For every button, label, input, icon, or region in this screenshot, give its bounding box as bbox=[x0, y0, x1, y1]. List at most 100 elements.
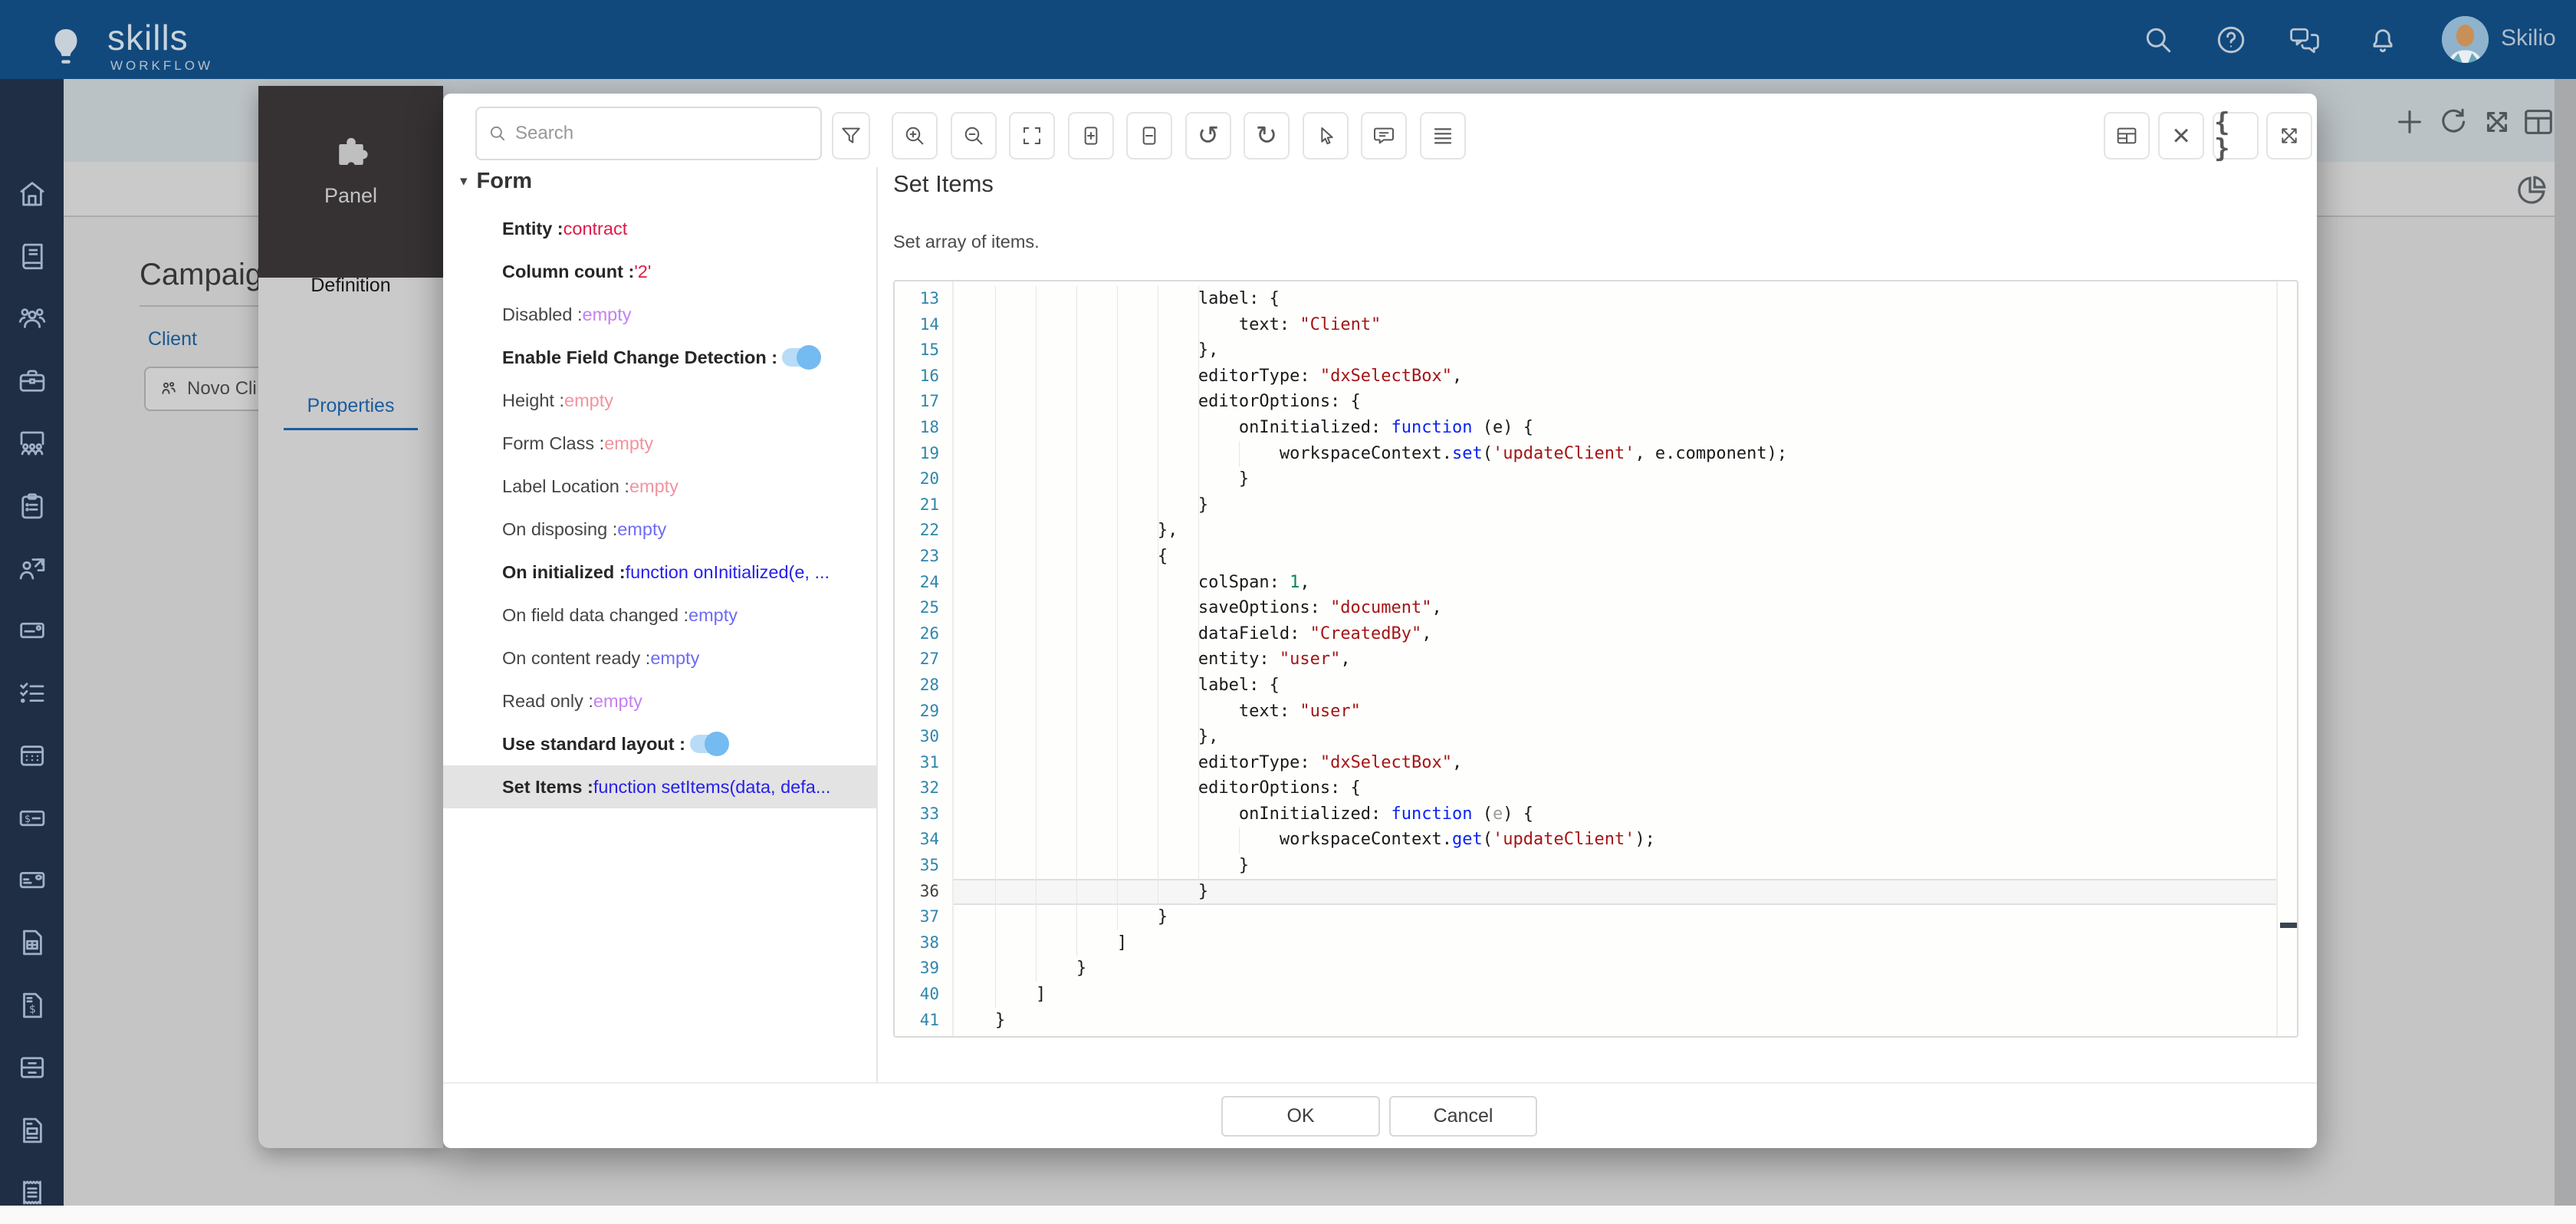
property-label: Height : bbox=[502, 390, 564, 411]
sidebar-item-calendar[interactable] bbox=[0, 725, 64, 787]
form-section-header[interactable]: ▾ Form bbox=[460, 169, 532, 194]
avatar[interactable] bbox=[2442, 16, 2489, 63]
line-number: 41 bbox=[895, 1008, 939, 1034]
property-search[interactable] bbox=[475, 107, 822, 160]
property-value: empty bbox=[688, 605, 738, 626]
line-number: 28 bbox=[895, 673, 939, 699]
property-row[interactable]: Label Location : empty bbox=[443, 465, 876, 508]
set-items-dialog: ↺ ↻ × { } ▾ Form Entity : contractColumn… bbox=[443, 94, 2317, 1148]
property-row[interactable]: Enable Field Change Detection : bbox=[443, 336, 876, 379]
sidebar-item-briefcase[interactable] bbox=[0, 350, 64, 412]
braces-icon: { } bbox=[2214, 110, 2257, 162]
sidebar-item-document[interactable] bbox=[0, 1099, 64, 1161]
redo-button[interactable]: ↻ bbox=[1244, 112, 1290, 160]
collapse-arrow-icon: ▾ bbox=[460, 173, 468, 190]
line-number: 21 bbox=[895, 492, 939, 518]
sidebar-item-library[interactable] bbox=[0, 225, 64, 287]
brand-name[interactable]: skills bbox=[107, 17, 189, 58]
editor-gutter: 1314151617181920212223242526272829303132… bbox=[895, 286, 939, 1033]
code-line: text: "Client" bbox=[955, 312, 2277, 338]
toggle-switch[interactable] bbox=[690, 735, 727, 753]
overview-ruler bbox=[2276, 281, 2278, 1038]
line-number: 24 bbox=[895, 570, 939, 596]
property-label: Entity : bbox=[502, 219, 564, 239]
sidebar-item-team[interactable] bbox=[0, 288, 64, 350]
sidebar-item-archive[interactable] bbox=[0, 1036, 64, 1098]
line-number: 22 bbox=[895, 518, 939, 544]
user-name[interactable]: Skilio bbox=[2501, 25, 2556, 51]
search-input[interactable] bbox=[515, 123, 810, 144]
search-icon bbox=[2141, 23, 2175, 57]
property-row[interactable]: Height : empty bbox=[443, 379, 876, 422]
briefcase-icon bbox=[16, 365, 48, 397]
collapse-block-button[interactable] bbox=[1126, 112, 1172, 160]
collapse-block-icon bbox=[1137, 123, 1162, 148]
line-number: 13 bbox=[895, 286, 939, 312]
menu-button[interactable] bbox=[1420, 112, 1466, 160]
notifications-button[interactable] bbox=[2366, 23, 2400, 57]
property-row[interactable]: Read only : empty bbox=[443, 679, 876, 722]
sidebar-item-checklist[interactable] bbox=[0, 662, 64, 724]
document-icon bbox=[16, 1114, 48, 1147]
sidebar-item-receipt[interactable] bbox=[0, 1161, 64, 1223]
line-number: 14 bbox=[895, 312, 939, 338]
search-button[interactable] bbox=[2141, 23, 2175, 57]
undo-button[interactable]: ↺ bbox=[1185, 112, 1231, 160]
comment-button[interactable] bbox=[1361, 112, 1407, 160]
line-number: 37 bbox=[895, 904, 939, 930]
sidebar-item-credit-card[interactable] bbox=[0, 849, 64, 911]
code-line: }, bbox=[955, 518, 2277, 544]
property-value: empty bbox=[593, 691, 642, 712]
help-icon bbox=[2214, 23, 2248, 57]
code-view-button[interactable]: { } bbox=[2213, 112, 2259, 160]
top-navbar: skills WORKFLOW Skilio bbox=[0, 0, 2576, 79]
sidebar-item-document-currency[interactable]: $ bbox=[0, 974, 64, 1036]
filter-button[interactable] bbox=[832, 112, 870, 160]
pointer-button[interactable] bbox=[1303, 112, 1349, 160]
property-row[interactable]: On content ready : empty bbox=[443, 637, 876, 679]
zoom-in-icon bbox=[902, 123, 927, 148]
sidebar-item-clipboard[interactable] bbox=[0, 475, 64, 537]
library-icon bbox=[16, 240, 48, 272]
code-line: label: { bbox=[955, 673, 2277, 699]
contact-share-icon bbox=[16, 552, 48, 584]
code-editor[interactable]: 1314151617181920212223242526272829303132… bbox=[893, 280, 2298, 1038]
help-button[interactable] bbox=[2214, 23, 2248, 57]
ok-button[interactable]: OK bbox=[1221, 1096, 1380, 1137]
table-view-button[interactable] bbox=[2104, 112, 2150, 160]
maximize-icon bbox=[2277, 123, 2302, 148]
code-line: workspaceContext.set('updateClient', e.c… bbox=[955, 441, 2277, 467]
code-line: editorType: "dxSelectBox", bbox=[955, 364, 2277, 390]
property-row[interactable]: Set Items : function setItems(data, defa… bbox=[443, 765, 876, 808]
close-button[interactable]: × bbox=[2158, 112, 2204, 160]
sidebar-item-payment-check[interactable]: $ bbox=[0, 787, 64, 849]
sidebar-item-contact-share[interactable] bbox=[0, 537, 64, 599]
fit-screen-button[interactable] bbox=[1009, 112, 1055, 160]
code-line: dataField: "CreatedBy", bbox=[955, 621, 2277, 647]
property-row[interactable]: Column count : '2' bbox=[443, 250, 876, 293]
property-row[interactable]: On disposing : empty bbox=[443, 508, 876, 551]
property-row[interactable]: Disabled : empty bbox=[443, 293, 876, 336]
property-label: Disabled : bbox=[502, 304, 583, 325]
expand-block-button[interactable] bbox=[1068, 112, 1114, 160]
property-row[interactable]: Entity : contract bbox=[443, 207, 876, 250]
toggle-switch[interactable] bbox=[782, 348, 819, 367]
footer-divider bbox=[443, 1082, 2317, 1084]
zoom-out-button[interactable] bbox=[951, 112, 997, 160]
sidebar-item-document-grid[interactable] bbox=[0, 912, 64, 974]
maximize-button[interactable] bbox=[2266, 112, 2312, 160]
property-row[interactable]: Use standard layout : bbox=[443, 722, 876, 765]
presentation-icon bbox=[16, 427, 48, 459]
sidebar-item-presentation[interactable] bbox=[0, 413, 64, 475]
sidebar-item-card[interactable] bbox=[0, 600, 64, 662]
zoom-in-button[interactable] bbox=[892, 112, 938, 160]
line-number: 36 bbox=[895, 879, 939, 905]
messages-button[interactable] bbox=[2288, 23, 2321, 57]
property-row[interactable]: On initialized : function onInitialized(… bbox=[443, 551, 876, 594]
property-row[interactable]: On field data changed : empty bbox=[443, 594, 876, 637]
sidebar-item-home[interactable] bbox=[0, 163, 64, 225]
cancel-button[interactable]: Cancel bbox=[1389, 1096, 1537, 1137]
line-number: 40 bbox=[895, 982, 939, 1008]
property-row[interactable]: Form Class : empty bbox=[443, 422, 876, 465]
property-label: On field data changed : bbox=[502, 605, 688, 626]
